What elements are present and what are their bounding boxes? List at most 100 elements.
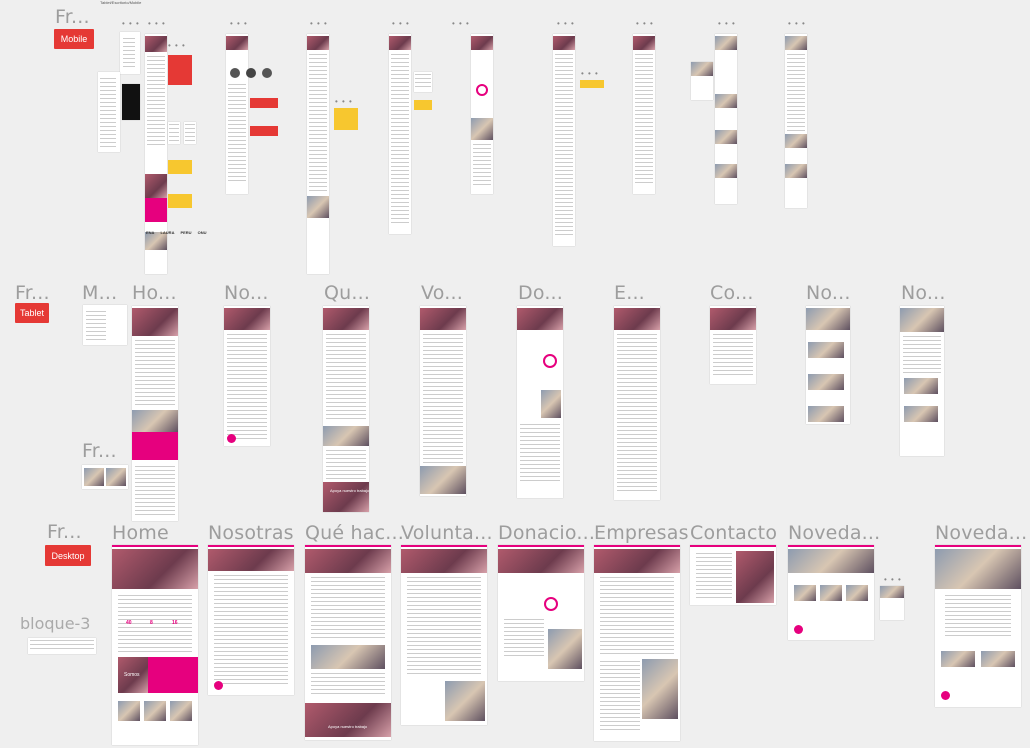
mobile-novedad-detail-frame[interactable] [785,34,807,208]
tablet-home-frame[interactable] [132,306,178,521]
annotation-note[interactable] [168,160,192,174]
partner-logo: PERU [180,230,192,235]
mobile-empresas-frame[interactable] [553,34,575,246]
more-dots-icon[interactable]: • • • [788,20,806,28]
desktop-contacto-frame[interactable] [690,545,776,605]
desktop-donate-hero-text: Apoya nuestro trabajo [328,724,368,729]
mobile-contacto-frame[interactable] [633,34,655,194]
desktop-frame-label[interactable]: Donacio... [498,522,595,544]
partner-logo: ONU [197,230,207,235]
stat-value: 8 [150,620,153,626]
desktop-frame-label[interactable]: Qué hac... [305,522,404,544]
tablet-frame-label[interactable]: No... [806,282,851,304]
annotation-note[interactable] [414,100,432,110]
mobile-snippet[interactable] [168,122,180,144]
tablet-donaciones-frame[interactable] [517,306,563,498]
tablet-badge[interactable]: Tablet [15,303,49,323]
desktop-frame-label[interactable]: Nosotras [208,522,294,544]
tablet-frame-label[interactable]: Ho... [132,282,177,304]
more-dots-icon[interactable]: • • • [168,42,186,50]
tablet-frame-label[interactable]: No... [901,282,946,304]
mobile-voluntariado-frame[interactable] [389,34,411,234]
desktop-frame-title[interactable]: Fr... [47,521,82,543]
tablet-frame-label[interactable]: Co... [710,282,754,304]
tablet-menu-frame[interactable] [83,305,127,345]
tablet-novedades-frame[interactable] [806,306,850,424]
tablet-extra-frame-label[interactable]: Fr... [82,440,117,462]
somos-heading: Somos [124,672,140,678]
more-dots-icon[interactable]: • • • [310,20,328,28]
tablet-frame-label[interactable]: Qu... [324,282,370,304]
tablet-que-hacemos-frame[interactable] [323,306,369,512]
tablet-empresas-frame[interactable] [614,306,660,500]
desktop-frame-label[interactable]: Noveda... [788,522,880,544]
desktop-voluntariado-frame[interactable] [401,545,487,725]
tablet-frame-label[interactable]: M... [82,282,117,304]
desktop-empresas-frame[interactable] [594,545,680,741]
stat-value: 40 [126,620,132,626]
annotation-note[interactable] [250,126,278,136]
mobile-home-frame[interactable] [145,34,167,274]
tablet-frame-label[interactable]: No... [224,282,269,304]
bloque-component[interactable] [28,638,96,654]
desktop-home-frame[interactable] [112,545,198,745]
tablet-extra-frame[interactable] [82,465,128,489]
more-dots-icon[interactable]: • • • [884,576,902,584]
more-dots-icon[interactable]: • • • [718,20,736,28]
annotation-note[interactable] [580,80,604,88]
tablet-nosotras-frame[interactable] [224,306,270,446]
more-dots-icon[interactable]: • • • [557,20,575,28]
more-dots-icon[interactable]: • • • [636,20,654,28]
stat-value: 16 [172,620,178,626]
annotation-note[interactable] [168,194,192,208]
desktop-badge[interactable]: Desktop [45,545,91,566]
canvas-tiny-heading: Tablet/Escritorio/Mobile [100,0,142,5]
more-dots-icon[interactable]: • • • [581,70,599,78]
desktop-frame-label[interactable]: Empresas [594,522,689,544]
mobile-snippet[interactable] [184,122,196,144]
more-dots-icon[interactable]: • • • [122,20,140,28]
mobile-nosotras-frame[interactable] [226,34,248,194]
tablet-frame-label[interactable]: E... [614,282,645,304]
tablet-donate-hero-text: Apoya nuestro trabajo [330,488,370,493]
desktop-novedades-frame[interactable] [788,545,874,640]
desktop-frame-label[interactable]: Home [112,522,169,544]
mobile-donaciones-frame[interactable] [471,34,493,194]
tablet-novedad-detail-frame[interactable] [900,306,944,456]
mobile-frame-title[interactable]: Fr... [55,6,90,28]
partner-logo: ENA [146,230,155,235]
mobile-stats-frame[interactable] [98,72,120,152]
tablet-frame-label[interactable]: Vo... [421,282,463,304]
tablet-frame-label[interactable]: Do... [518,282,563,304]
desktop-nosotras-frame[interactable] [208,545,294,695]
partner-logo: LAURA [160,230,175,235]
bloque-label[interactable]: bloque-3 [20,614,90,633]
desktop-donaciones-frame[interactable] [498,545,584,681]
desktop-frame-label[interactable]: Volunta... [401,522,493,544]
mobile-snippet[interactable] [414,72,432,92]
mobile-que-hacemos-frame[interactable] [307,34,329,274]
desktop-frame-label[interactable]: Contacto [690,522,777,544]
partner-logos: ENA LAURA PERU ONU [146,230,206,235]
tablet-contacto-frame[interactable] [710,306,756,384]
mobile-dark-frame[interactable] [122,84,140,120]
more-dots-icon[interactable]: • • • [335,98,353,106]
desktop-frame-label[interactable]: Noveda... [935,522,1027,544]
mobile-menu-frame[interactable] [120,32,140,74]
mobile-badge[interactable]: Mobile [54,29,94,49]
more-dots-icon[interactable]: • • • [452,20,470,28]
more-dots-icon[interactable]: • • • [148,20,166,28]
annotation-note[interactable] [250,98,278,108]
tablet-frame-title[interactable]: Fr... [15,282,50,304]
annotation-note[interactable] [168,55,192,85]
mobile-snippet[interactable] [691,62,713,100]
tablet-voluntariado-frame[interactable] [420,306,466,496]
annotation-note[interactable] [334,108,358,130]
more-dots-icon[interactable]: • • • [230,20,248,28]
more-dots-icon[interactable]: • • • [392,20,410,28]
team-portraits [230,68,280,84]
desktop-que-hacemos-frame[interactable] [305,545,391,740]
desktop-novedad-detail-frame[interactable] [935,545,1021,707]
desktop-snippet[interactable] [880,586,904,620]
mobile-novedades-frame[interactable] [715,34,737,204]
